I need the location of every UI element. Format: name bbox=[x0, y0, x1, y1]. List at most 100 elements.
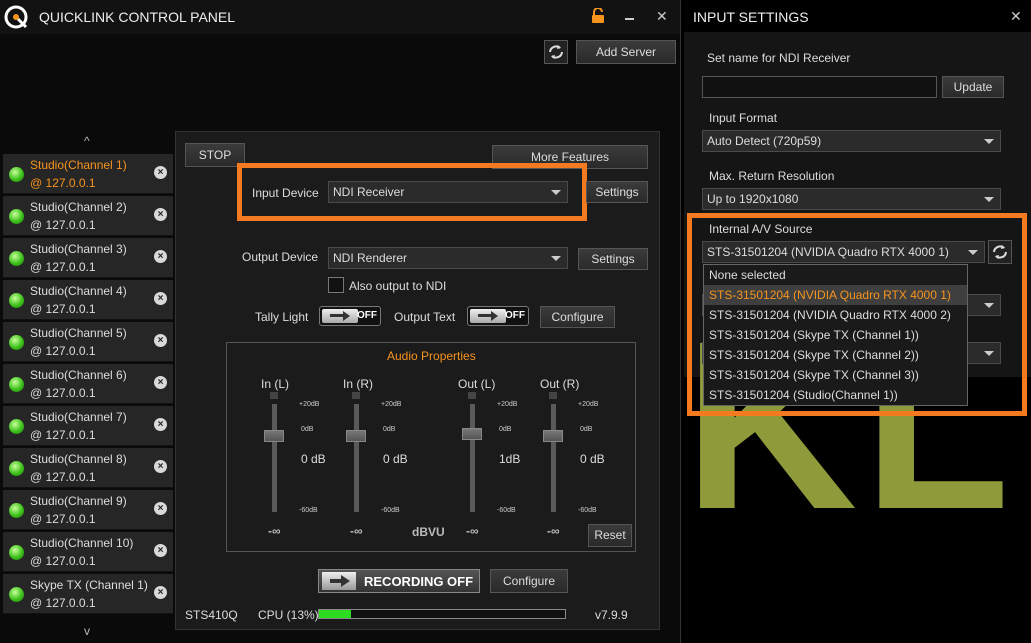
scale-bottom-label: -60dB bbox=[578, 507, 597, 514]
remove-server-icon[interactable]: × bbox=[154, 544, 167, 557]
av-source-option[interactable]: STS-31501204 (NVIDIA Quadro RTX 4000 2) bbox=[704, 305, 967, 325]
record-arrow-icon bbox=[322, 572, 356, 590]
close-icon[interactable]: ✕ bbox=[656, 8, 668, 25]
max-return-label: Max. Return Resolution bbox=[709, 169, 835, 183]
av-source-select[interactable]: STS-31501204 (NVIDIA Quadro RTX 4000 1) bbox=[702, 241, 985, 263]
also-output-checkbox[interactable] bbox=[328, 277, 344, 293]
recording-toggle[interactable]: RECORDING OFF bbox=[318, 569, 480, 593]
av-source-option[interactable]: None selected bbox=[704, 265, 967, 285]
ndi-name-input[interactable] bbox=[702, 76, 937, 98]
also-output-label: Also output to NDI bbox=[349, 279, 447, 293]
scale-bottom-label: -60dB bbox=[497, 507, 516, 514]
av-source-option[interactable]: STS-31501204 (Studio(Channel 1)) bbox=[704, 385, 967, 405]
reset-button[interactable]: Reset bbox=[588, 524, 632, 547]
server-item[interactable]: Studio(Channel 8) @ 127.0.0.1 × bbox=[3, 448, 173, 488]
server-item[interactable]: Studio(Channel 2) @ 127.0.0.1 × bbox=[3, 196, 173, 236]
version-label: v7.9.9 bbox=[595, 608, 628, 622]
server-ip: @ 127.0.0.1 bbox=[30, 554, 96, 568]
audio-level-value: 0 dB bbox=[580, 452, 605, 466]
tally-light-toggle[interactable]: OFF bbox=[319, 306, 381, 326]
scale-top-label: +20dB bbox=[299, 401, 320, 408]
input-device-select[interactable]: NDI Receiver bbox=[328, 181, 568, 203]
audio-properties-panel bbox=[226, 342, 636, 552]
input-format-label: Input Format bbox=[709, 111, 778, 125]
cpu-bar bbox=[318, 609, 566, 619]
scale-mid-label: 0dB bbox=[499, 426, 512, 433]
scroll-up-button[interactable]: ^ bbox=[84, 134, 90, 148]
server-item[interactable]: Studio(Channel 1) @ 127.0.0.1 × bbox=[3, 154, 173, 194]
status-led-icon bbox=[9, 545, 24, 560]
refresh-icon[interactable] bbox=[544, 40, 568, 64]
av-source-value: STS-31501204 (NVIDIA Quadro RTX 4000 1) bbox=[707, 245, 949, 259]
status-led-icon bbox=[9, 293, 24, 308]
output-text-toggle[interactable]: OFF bbox=[467, 306, 529, 326]
audio-fader[interactable] bbox=[264, 392, 284, 514]
remove-server-icon[interactable]: × bbox=[154, 460, 167, 473]
server-name: Studio(Channel 8) bbox=[30, 452, 127, 466]
audio-min-label: -∞ bbox=[268, 524, 281, 538]
chevron-down-icon bbox=[968, 250, 978, 255]
input-settings-button[interactable]: Settings bbox=[586, 181, 648, 203]
max-return-select[interactable]: Up to 1920x1080 bbox=[702, 188, 1001, 210]
settings-close-icon[interactable]: ✕ bbox=[1010, 8, 1022, 25]
server-item[interactable]: Studio(Channel 10) @ 127.0.0.1 × bbox=[3, 532, 173, 572]
status-led-icon bbox=[9, 377, 24, 392]
server-ip: @ 127.0.0.1 bbox=[30, 218, 96, 232]
server-item[interactable]: Skype TX (Channel 1) @ 127.0.0.1 × bbox=[3, 574, 173, 614]
max-return-value: Up to 1920x1080 bbox=[707, 192, 799, 206]
audio-fader[interactable] bbox=[543, 392, 563, 514]
remove-server-icon[interactable]: × bbox=[154, 376, 167, 389]
remove-server-icon[interactable]: × bbox=[154, 418, 167, 431]
audio-level-value: 0 dB bbox=[301, 452, 326, 466]
server-item[interactable]: Studio(Channel 9) @ 127.0.0.1 × bbox=[3, 490, 173, 530]
remove-server-icon[interactable]: × bbox=[154, 334, 167, 347]
status-led-icon bbox=[9, 461, 24, 476]
output-text-label: Output Text bbox=[394, 310, 456, 324]
remove-server-icon[interactable]: × bbox=[154, 208, 167, 221]
server-ip: @ 127.0.0.1 bbox=[30, 596, 96, 610]
scale-mid-label: 0dB bbox=[580, 426, 593, 433]
audio-fader[interactable] bbox=[462, 392, 482, 514]
output-text-configure-button[interactable]: Configure bbox=[540, 306, 615, 328]
server-name: Studio(Channel 6) bbox=[30, 368, 127, 382]
remove-server-icon[interactable]: × bbox=[154, 166, 167, 179]
audio-fader[interactable] bbox=[346, 392, 366, 514]
av-source-option[interactable]: STS-31501204 (Skype TX (Channel 1)) bbox=[704, 325, 967, 345]
status-led-icon bbox=[9, 503, 24, 518]
server-ip: @ 127.0.0.1 bbox=[30, 512, 96, 526]
remove-server-icon[interactable]: × bbox=[154, 250, 167, 263]
server-item[interactable]: Studio(Channel 4) @ 127.0.0.1 × bbox=[3, 280, 173, 320]
output-device-select[interactable]: NDI Renderer bbox=[328, 247, 568, 269]
remove-server-icon[interactable]: × bbox=[154, 586, 167, 599]
av-source-option[interactable]: STS-31501204 (NVIDIA Quadro RTX 4000 1) bbox=[704, 285, 967, 305]
server-item[interactable]: Studio(Channel 6) @ 127.0.0.1 × bbox=[3, 364, 173, 404]
update-button[interactable]: Update bbox=[942, 76, 1004, 98]
add-server-button[interactable]: Add Server bbox=[576, 40, 676, 64]
av-source-option[interactable]: STS-31501204 (Skype TX (Channel 2)) bbox=[704, 345, 967, 365]
cpu-label: CPU (13%) bbox=[258, 608, 319, 622]
settings-title: INPUT SETTINGS bbox=[693, 9, 809, 25]
av-source-option[interactable]: STS-31501204 (Skype TX (Channel 3)) bbox=[704, 365, 967, 385]
lock-icon[interactable] bbox=[591, 7, 605, 24]
input-settings-window: INPUT SETTINGS ✕ KLIN Set name for NDI R… bbox=[684, 0, 1031, 643]
server-name: Studio(Channel 9) bbox=[30, 494, 127, 508]
audio-min-label: -∞ bbox=[547, 524, 560, 538]
remove-server-icon[interactable]: × bbox=[154, 502, 167, 515]
remove-server-icon[interactable]: × bbox=[154, 292, 167, 305]
server-item[interactable]: Studio(Channel 5) @ 127.0.0.1 × bbox=[3, 322, 173, 362]
stop-button[interactable]: STOP bbox=[185, 143, 245, 167]
server-item[interactable]: Studio(Channel 7) @ 127.0.0.1 × bbox=[3, 406, 173, 446]
av-source-dropdown: None selected STS-31501204 (NVIDIA Quadro… bbox=[703, 264, 968, 406]
input-device-value: NDI Receiver bbox=[333, 185, 405, 199]
recording-configure-button[interactable]: Configure bbox=[490, 569, 568, 593]
scale-mid-label: 0dB bbox=[301, 426, 314, 433]
server-item[interactable]: Studio(Channel 3) @ 127.0.0.1 × bbox=[3, 238, 173, 278]
av-refresh-icon[interactable] bbox=[988, 240, 1012, 264]
output-device-value: NDI Renderer bbox=[333, 251, 408, 265]
input-format-select[interactable]: Auto Detect (720p59) bbox=[702, 130, 1001, 152]
output-settings-button[interactable]: Settings bbox=[578, 248, 648, 270]
status-led-icon bbox=[9, 167, 24, 182]
scale-top-label: +20dB bbox=[381, 401, 402, 408]
scroll-down-button[interactable]: v bbox=[84, 624, 90, 638]
minimize-icon[interactable] bbox=[625, 18, 634, 20]
